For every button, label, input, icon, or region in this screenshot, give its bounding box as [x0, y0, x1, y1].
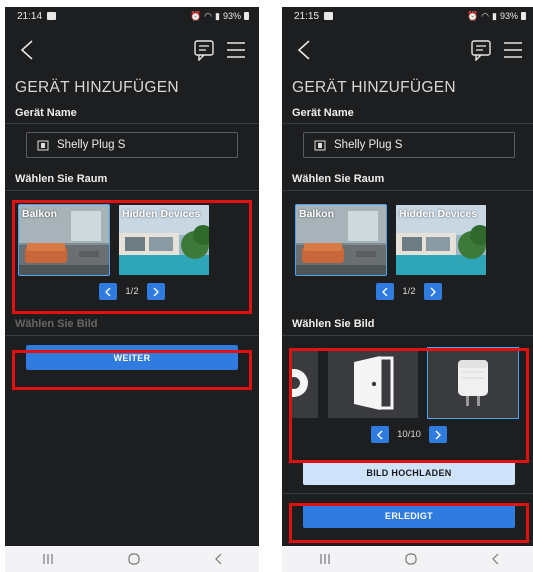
chat-icon	[194, 40, 214, 62]
room-card-balkon[interactable]: Balkon	[18, 204, 110, 276]
image-next-button[interactable]	[428, 426, 447, 443]
room-name: Balkon	[299, 208, 335, 220]
room-name: Hidden Devices	[122, 208, 201, 220]
battery-icon	[521, 12, 526, 20]
room-label: Wählen Sie Raum	[15, 173, 108, 185]
home-icon[interactable]	[127, 552, 141, 566]
room-list: Balkon Hidden Devices	[282, 204, 533, 276]
image-label: Wählen Sie Bild	[15, 318, 98, 330]
plug-icon	[314, 140, 326, 151]
device-name-label: Gerät Name	[15, 107, 77, 119]
chevron-left-icon	[297, 40, 310, 60]
wifi-icon: ◠	[481, 10, 490, 21]
smart-plug-icon	[428, 348, 518, 418]
image-list	[282, 347, 533, 419]
image-page-indicator: 10/10	[397, 429, 421, 440]
room-card-hidden-devices[interactable]: Hidden Devices	[119, 205, 209, 275]
divider	[5, 190, 259, 191]
room-pager: 1/2	[282, 283, 533, 300]
feedback-button[interactable]	[470, 39, 492, 62]
device-name-label: Gerät Name	[292, 107, 354, 119]
room-page-indicator: 1/2	[125, 286, 139, 297]
room-prev-button[interactable]	[99, 283, 118, 300]
image-card-door[interactable]	[328, 348, 418, 418]
device-name-input[interactable]: Shelly Plug S	[303, 132, 515, 158]
divider	[5, 123, 259, 124]
feedback-button[interactable]	[193, 39, 215, 62]
system-nav-bar	[282, 546, 533, 572]
hamburger-icon	[227, 42, 245, 58]
phone-screen-right: 21:15 ⏰ ◠ ▮ 93% GERÄT HINZUFÜGEN Gerät N…	[282, 7, 533, 572]
chevron-left-icon	[105, 287, 111, 296]
device-name-value: Shelly Plug S	[57, 139, 126, 151]
app-bar	[282, 25, 533, 75]
device-name-input[interactable]: Shelly Plug S	[26, 132, 238, 158]
alarm-icon: ⏰	[189, 10, 202, 21]
signal-icon: ▮	[492, 10, 497, 21]
recent-apps-icon[interactable]	[318, 553, 332, 565]
recent-apps-icon[interactable]	[41, 553, 55, 565]
chevron-right-icon	[430, 287, 436, 296]
page-title: GERÄT HINZUFÜGEN	[15, 79, 179, 96]
gallery-icon	[324, 12, 334, 20]
phone-screen-left: 21:14 ⏰ ◠ ▮ 93% GERÄT HINZUFÜGEN Gerät N…	[5, 7, 259, 572]
image-pager: 10/10	[282, 426, 533, 443]
image-prev-button[interactable]	[371, 426, 390, 443]
back-nav-icon[interactable]	[213, 553, 223, 565]
room-card-balkon[interactable]: Balkon	[295, 204, 387, 276]
chevron-left-icon	[377, 430, 383, 439]
battery-level: 93%	[222, 11, 241, 21]
room-name: Balkon	[22, 208, 58, 220]
menu-button[interactable]	[502, 39, 524, 61]
upload-image-button[interactable]: BILD HOCHLADEN	[303, 460, 515, 485]
divider	[282, 190, 533, 191]
wifi-icon: ◠	[204, 10, 213, 21]
hamburger-icon	[504, 42, 522, 58]
back-button[interactable]	[292, 37, 316, 63]
battery-level: 93%	[499, 11, 518, 21]
device-name-value: Shelly Plug S	[334, 139, 403, 151]
chat-icon	[471, 40, 491, 62]
room-next-button[interactable]	[146, 283, 165, 300]
alarm-icon: ⏰	[466, 10, 479, 21]
chevron-right-icon	[435, 430, 441, 439]
status-bar: 21:15 ⏰ ◠ ▮ 93%	[282, 7, 533, 25]
back-button[interactable]	[15, 37, 39, 63]
circle-icon	[292, 369, 308, 397]
chevron-left-icon	[382, 287, 388, 296]
plug-icon	[37, 140, 49, 151]
image-label: Wählen Sie Bild	[292, 318, 375, 330]
room-name: Hidden Devices	[399, 208, 478, 220]
status-bar: 21:14 ⏰ ◠ ▮ 93%	[5, 7, 259, 25]
app-bar	[5, 25, 259, 75]
room-prev-button[interactable]	[376, 283, 395, 300]
image-card-partial[interactable]	[292, 348, 318, 418]
door-icon	[354, 356, 394, 410]
page-title: GERÄT HINZUFÜGEN	[292, 79, 456, 96]
divider	[282, 493, 533, 494]
next-button[interactable]: WEITER	[26, 345, 238, 370]
chevron-left-icon	[20, 40, 33, 60]
room-list: Balkon Hidden Devices	[5, 204, 259, 276]
room-card-hidden-devices[interactable]: Hidden Devices	[396, 205, 486, 275]
image-card-plug[interactable]	[427, 347, 519, 419]
home-icon[interactable]	[404, 552, 418, 566]
menu-button[interactable]	[225, 39, 247, 61]
divider	[282, 335, 533, 336]
system-nav-bar	[5, 546, 259, 572]
gallery-icon	[47, 12, 57, 20]
room-label: Wählen Sie Raum	[292, 173, 385, 185]
done-button[interactable]: ERLEDIGT	[303, 503, 515, 528]
room-pager: 1/2	[5, 283, 259, 300]
status-time: 21:14	[17, 10, 43, 22]
divider	[282, 123, 533, 124]
status-time: 21:15	[294, 10, 320, 22]
chevron-right-icon	[153, 287, 159, 296]
signal-icon: ▮	[215, 10, 220, 21]
divider	[5, 335, 259, 336]
back-nav-icon[interactable]	[490, 553, 500, 565]
room-page-indicator: 1/2	[402, 286, 416, 297]
room-next-button[interactable]	[423, 283, 442, 300]
battery-icon	[244, 12, 249, 20]
